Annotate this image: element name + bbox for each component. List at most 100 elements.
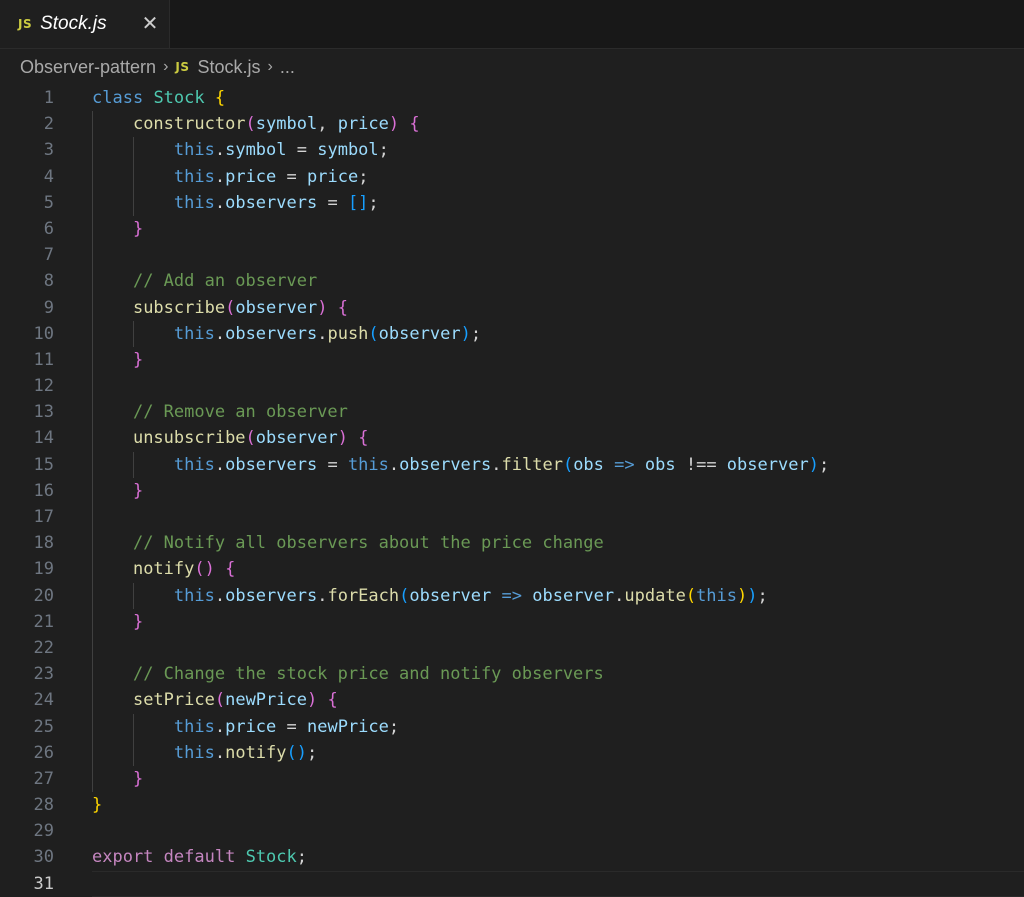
code-token: . [214, 716, 226, 737]
code-text: } [92, 216, 143, 242]
code-editor[interactable]: 1 class Stock {2 constructor(symbol, pric… [0, 85, 1024, 897]
code-line[interactable]: 4 this.price = price; [0, 164, 1024, 190]
code-token: = [317, 454, 348, 475]
code-line[interactable]: 8 // Add an observer [0, 268, 1024, 294]
code-token: } [132, 349, 144, 370]
indent-guide [132, 137, 134, 216]
code-line[interactable]: 12 [0, 373, 1024, 399]
code-token: update [624, 585, 686, 606]
code-line[interactable]: 5 this.observers = []; [0, 190, 1024, 216]
code-token: ( [225, 297, 236, 318]
code-token: observers [225, 585, 318, 606]
indent-guide [132, 582, 134, 609]
tab-stock-js[interactable]: JS Stock.js ✕ [0, 0, 170, 48]
line-number: 25 [33, 716, 54, 737]
code-token: subscribe [132, 297, 226, 318]
code-line[interactable]: 19 notify() { [0, 556, 1024, 582]
code-token: () [194, 559, 215, 580]
code-text: this.symbol = symbol; [92, 137, 389, 163]
code-line[interactable]: 17 [0, 504, 1024, 530]
code-line[interactable]: 3 this.symbol = symbol; [0, 137, 1024, 163]
code-token: . [214, 742, 226, 763]
code-token: Stock [245, 847, 297, 868]
breadcrumb-symbol-ellipsis[interactable]: ... [280, 57, 295, 78]
code-token: symbol [225, 140, 287, 161]
line-number: 17 [33, 507, 54, 527]
code-token: . [214, 585, 226, 606]
line-number: 11 [33, 349, 54, 370]
line-number: 10 [33, 323, 54, 344]
line-number: 28 [33, 795, 54, 816]
code-line[interactable]: 21 } [0, 609, 1024, 635]
code-token: // Add an observer [132, 271, 318, 292]
code-token: symbol [255, 114, 318, 135]
code-line[interactable]: 10 this.observers.push(observer); [0, 321, 1024, 347]
code-line[interactable]: 2 constructor(symbol, price) { [0, 111, 1024, 137]
code-line[interactable]: 16 } [0, 478, 1024, 504]
code-line[interactable]: 1 class Stock { [0, 85, 1024, 111]
code-token: ; [470, 323, 482, 344]
code-token: !== [675, 454, 727, 475]
code-line[interactable]: 31 [0, 870, 1024, 897]
code-token: notify [132, 559, 195, 580]
code-line[interactable]: 26 this.notify(); [0, 740, 1024, 766]
line-number: 3 [43, 140, 54, 161]
close-icon[interactable]: ✕ [139, 11, 161, 35]
breadcrumb-folder[interactable]: Observer-pattern [20, 57, 156, 78]
code-line[interactable]: 20 this.observers.forEach(observer => ob… [0, 583, 1024, 609]
code-line[interactable]: 11 } [0, 347, 1024, 373]
breadcrumb-file[interactable]: Stock.js [198, 57, 261, 78]
code-token: = [317, 192, 348, 213]
code-line[interactable]: 13 // Remove an observer [0, 399, 1024, 425]
code-line[interactable]: 7 [0, 242, 1024, 268]
code-line[interactable]: 28} [0, 792, 1024, 818]
code-token: ) [306, 690, 318, 711]
code-token: newPrice [225, 690, 307, 711]
code-token: // Change the stock price and notify obs… [132, 664, 604, 685]
code-text: // Change the stock price and notify obs… [92, 661, 604, 687]
code-line[interactable]: 27 } [0, 766, 1024, 792]
line-number: 13 [33, 402, 54, 423]
code-token: [] [347, 192, 369, 213]
code-token: filter [501, 454, 563, 475]
code-token: ( [214, 690, 226, 711]
code-token: this [173, 716, 215, 737]
code-token: () [286, 742, 307, 763]
line-number: 19 [33, 559, 54, 580]
indent-guide [132, 320, 134, 347]
code-line[interactable]: 9 subscribe(observer) { [0, 295, 1024, 321]
line-number: 14 [33, 428, 54, 449]
line-number: 23 [33, 664, 54, 685]
code-line[interactable]: 23 // Change the stock price and notify … [0, 661, 1024, 687]
code-line[interactable]: 30 export default Stock; [0, 844, 1024, 870]
code-token: class [92, 88, 144, 108]
code-text: subscribe(observer) { [92, 295, 348, 321]
code-token: observer [726, 454, 809, 475]
line-number: 6 [43, 218, 54, 239]
chevron-right-icon: › [267, 58, 273, 75]
code-line[interactable]: 22 [0, 635, 1024, 661]
code-line[interactable]: 15 this.observers = this.observers.filte… [0, 452, 1024, 478]
code-token: ; [378, 140, 389, 161]
code-line[interactable]: 25 this.price = newPrice; [0, 714, 1024, 740]
code-token: constructor [132, 114, 246, 135]
code-line[interactable]: 14 unsubscribe(observer) { [0, 425, 1024, 451]
code-line[interactable]: 6 } [0, 216, 1024, 242]
code-line[interactable]: 24 setPrice(newPrice) { [0, 687, 1024, 713]
code-line[interactable]: 29 [0, 818, 1024, 844]
code-token: default [163, 847, 236, 868]
code-text: unsubscribe(observer) { [92, 425, 368, 451]
code-text: this.observers.forEach(observer => obser… [92, 583, 768, 609]
indent-guide [92, 111, 93, 793]
code-token: ) [337, 428, 348, 449]
code-line[interactable]: 18 // Notify all observers about the pri… [0, 530, 1024, 556]
tab-title: Stock.js [40, 13, 107, 34]
code-token: export [92, 847, 154, 868]
code-token: => [614, 454, 635, 475]
